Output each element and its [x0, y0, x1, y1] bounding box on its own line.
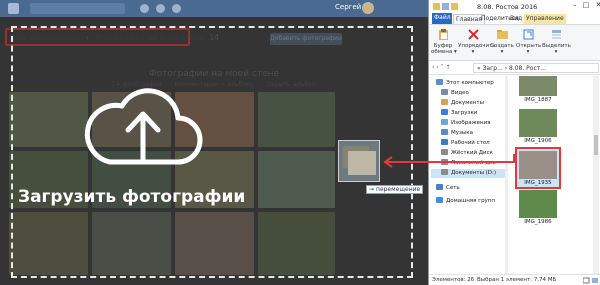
clipboard-button[interactable]: Буфер обмена ▾ [431, 28, 457, 55]
avatar[interactable] [362, 2, 374, 14]
tab-view[interactable]: Вид [508, 14, 524, 24]
file-tile-img-1906[interactable]: IMG_1906 [515, 109, 561, 144]
select-icon [551, 30, 561, 39]
scrollbar-thumb[interactable] [594, 135, 598, 155]
vk-logo[interactable] [8, 3, 19, 14]
explorer-titlebar: 8.08. Ростов 2016 – □ ✕ [429, 0, 600, 13]
close-button[interactable]: ✕ [596, 1, 600, 9]
video-icon [441, 89, 448, 95]
maximize-button[interactable]: □ [583, 1, 590, 9]
vk-header: Сергей [0, 0, 428, 17]
minimize-button[interactable]: – [573, 1, 577, 9]
move-arrow-icon: → [369, 186, 375, 193]
file-thumbnail [519, 76, 557, 96]
file-thumbnail [519, 151, 557, 179]
navigation-buttons[interactable]: ‹ › ˅ ↑ [432, 64, 451, 71]
drag-move-tooltip: → перемещение [366, 185, 424, 194]
tab-manage[interactable]: Управление [524, 14, 566, 24]
music-icon [441, 129, 448, 135]
vk-browser-page: Сергей Мои фотографии › Фотографии на мо… [0, 0, 428, 285]
status-bar: Элементов: 26 Выбран 1 элемент: 7,74 МБ [429, 274, 600, 285]
select-button[interactable]: Выделить ▾ [542, 28, 571, 55]
pictures-icon [441, 119, 448, 125]
file-tile-img-1935[interactable]: IMG_1935 [515, 147, 561, 189]
window-title: 8.08. Ростов 2016 [477, 3, 538, 11]
new-folder-icon[interactable] [451, 3, 458, 10]
organize-button[interactable]: Упорядочить ▾ [458, 28, 496, 55]
music-icon[interactable] [172, 4, 181, 13]
window-controls: – □ ✕ [569, 1, 600, 9]
nav-item-documents[interactable]: Документы [441, 99, 484, 108]
file-list: IMG_1887 IMG_1906 IMG_1935 IMG_1986 [509, 76, 597, 274]
notifications-icon[interactable] [140, 4, 149, 13]
nav-item-music[interactable]: Музыка [441, 129, 473, 138]
folder-icon [433, 3, 440, 10]
file-thumbnail [519, 109, 557, 137]
messages-icon[interactable] [156, 4, 165, 13]
move-label: перемещение [376, 186, 421, 193]
documents-icon [441, 99, 448, 105]
screenshot: Сергей Мои фотографии › Фотографии на мо… [0, 0, 600, 285]
cloud-upload-icon [84, 88, 203, 165]
properties-icon[interactable] [442, 3, 449, 10]
path-input[interactable]: « Загр... › 8.08. Рост... [473, 63, 599, 73]
file-list-scrollbar[interactable] [593, 76, 599, 274]
homegroup-icon [436, 197, 443, 203]
nav-item-downloads[interactable]: Загрузки [441, 109, 477, 118]
file-explorer-window: 8.08. Ростов 2016 – □ ✕ Файл Главная Под… [428, 0, 600, 285]
item-count: Элементов: 26 [432, 277, 475, 283]
dragged-file-ghost [338, 140, 380, 182]
drag-direction-arrow [383, 154, 515, 168]
nav-item-network[interactable]: Сеть [436, 184, 460, 193]
clipboard-icon [438, 29, 448, 40]
organize-icon [467, 29, 479, 40]
file-tile-img-1887[interactable]: IMG_1887 [515, 76, 561, 103]
nav-item-video[interactable]: Видео [441, 89, 469, 98]
nav-item-this-pc[interactable]: Этот компьютер [436, 79, 494, 88]
desktop-icon [441, 139, 448, 145]
view-mode-icon[interactable] [583, 277, 599, 284]
open-icon [523, 29, 533, 40]
address-bar: ‹ › ˅ ↑ « Загр... › 8.08. Рост... [429, 62, 600, 75]
nav-item-desktop[interactable]: Рабочий стол [441, 139, 490, 148]
network-icon [436, 184, 443, 190]
ribbon-tabs: Файл Главная Поделиться Вид Управление [429, 13, 600, 24]
nav-item-pictures[interactable]: Изображения [441, 119, 490, 128]
ribbon-home: Буфер обмена ▾ Упорядочить ▾ Создать ▾ О… [429, 24, 600, 61]
vk-search-input[interactable] [30, 3, 125, 14]
selection-info: Выбран 1 элемент: 7,74 МБ [477, 277, 557, 283]
upload-photos-label: Загрузить фотографии [18, 187, 246, 207]
new-folder-icon [496, 30, 508, 39]
vk-user-name[interactable]: Сергей [335, 3, 361, 11]
file-tile-img-1986[interactable]: IMG_1986 [515, 190, 561, 225]
nav-item-homegroup[interactable]: Домашняя групп [436, 197, 495, 206]
file-thumbnail [519, 190, 557, 218]
tab-file[interactable]: Файл [432, 13, 452, 24]
open-button[interactable]: Открыть ▾ [516, 28, 541, 55]
computer-icon [436, 79, 443, 85]
quick-access-toolbar [433, 3, 473, 11]
ghost-photo-front [348, 151, 376, 175]
downloads-icon [441, 109, 448, 115]
new-button[interactable]: Создать ▾ [490, 28, 514, 55]
